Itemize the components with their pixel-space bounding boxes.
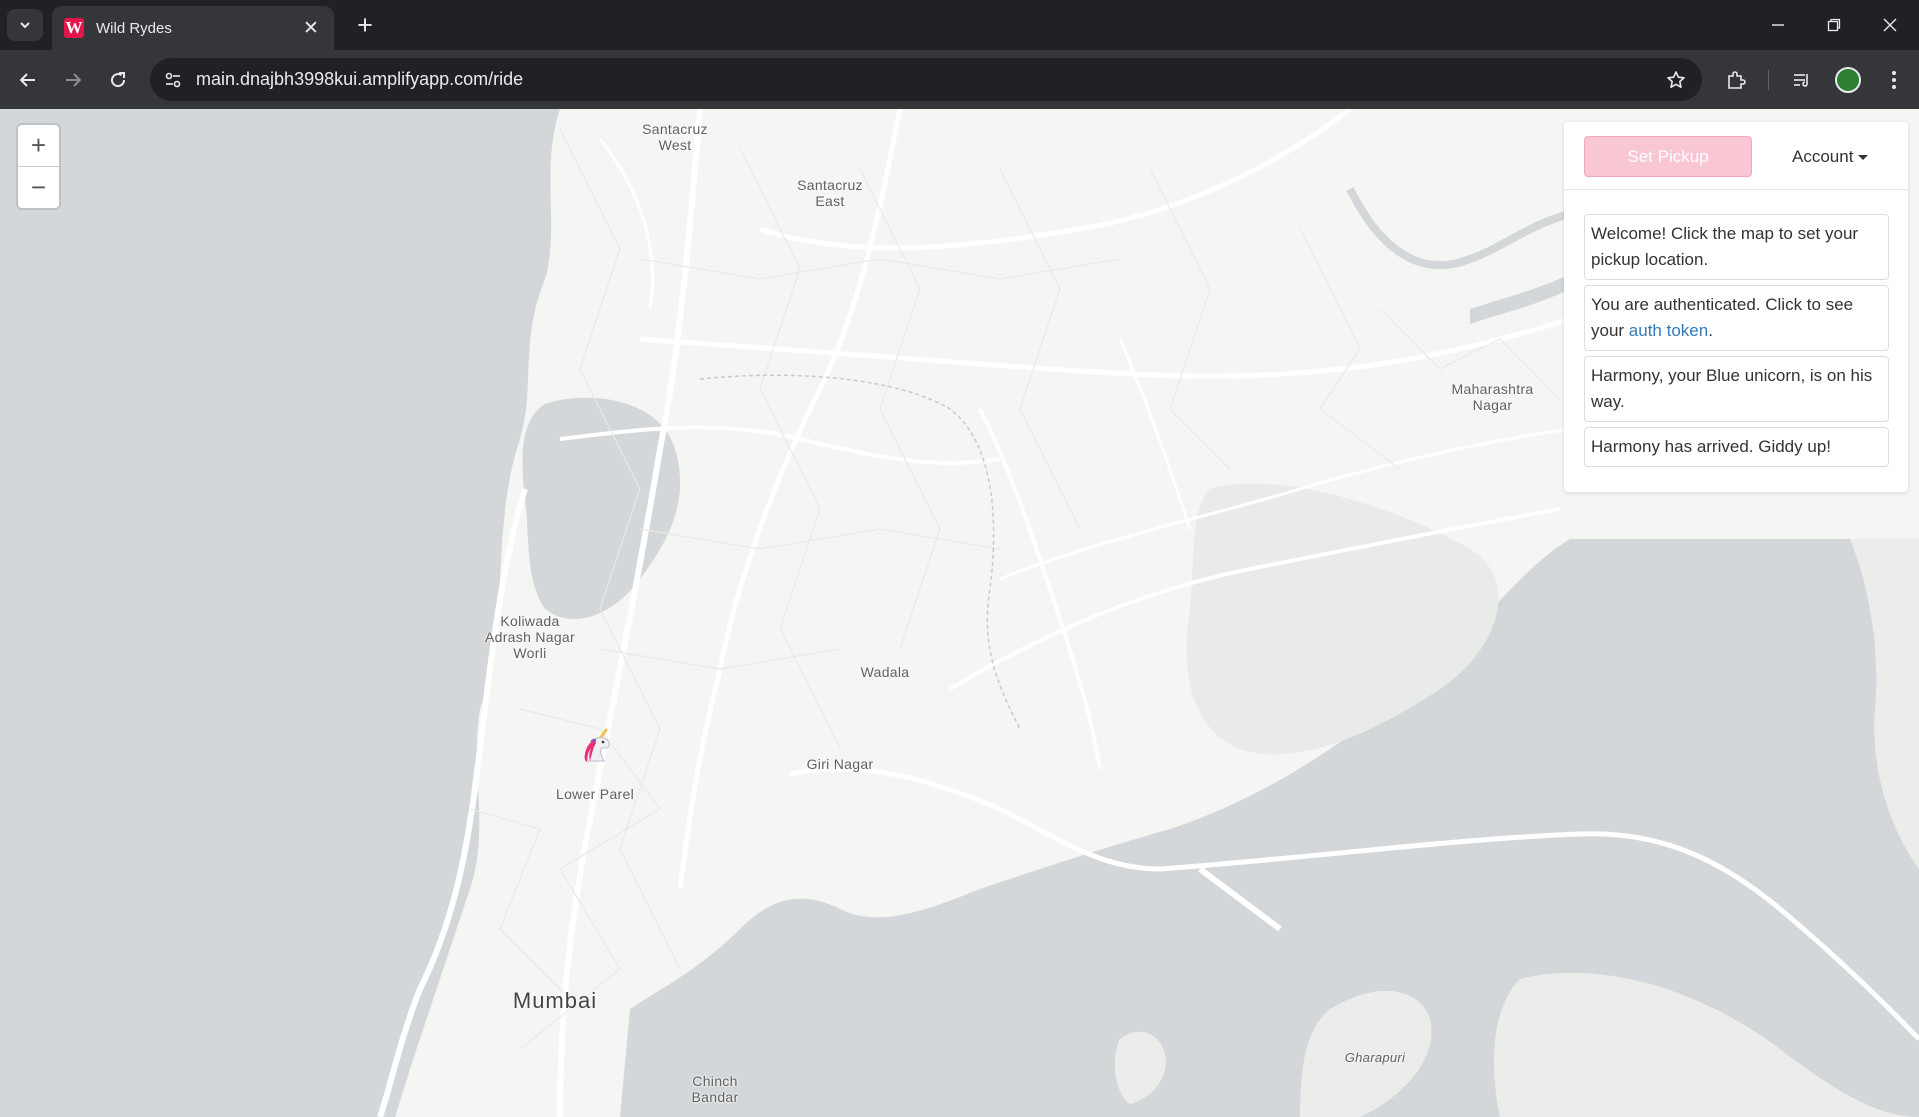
site-info-icon[interactable] (152, 58, 194, 101)
zoom-out-button[interactable]: − (18, 166, 59, 207)
map-label-santacruz-west: Santacruz West (642, 121, 708, 153)
minimize-icon (1772, 24, 1784, 26)
map[interactable]: + − Santacruz West Santacruz East Mahara… (0, 109, 1919, 1117)
arrow-right-icon (66, 73, 82, 87)
chevron-down-icon (20, 22, 30, 29)
reload-button[interactable] (100, 62, 136, 98)
url-text[interactable]: main.dnajbh3998kui.amplifyapp.com/ride (196, 69, 1656, 90)
map-label-wadala: Wadala (860, 664, 910, 680)
address-bar[interactable]: main.dnajbh3998kui.amplifyapp.com/ride (150, 58, 1702, 101)
message-authenticated: You are authenticated. Click to see your… (1584, 285, 1889, 351)
extensions-button[interactable] (1718, 62, 1754, 98)
reload-icon (111, 72, 126, 88)
unicorn-marker-svg (584, 728, 610, 762)
caret-down-icon (1858, 155, 1869, 160)
forward-button[interactable] (55, 62, 91, 98)
panel-header: Set Pickup Account (1564, 122, 1908, 190)
zoom-in-button[interactable]: + (18, 125, 59, 166)
map-label-maharashtra-nagar: Maharashtra Nagar (1451, 381, 1534, 413)
arrow-left-icon (19, 73, 35, 87)
zoom-control: + − (18, 125, 59, 208)
tune-icon (165, 72, 181, 87)
tab-search-button[interactable] (7, 9, 43, 41)
map-label-gharapuri: Gharapuri (1344, 1050, 1406, 1065)
restore-icon (1827, 18, 1841, 32)
message-on-way: Harmony, your Blue unicorn, is on his wa… (1584, 356, 1889, 422)
map-label-koliwada: Koliwada Adrash Nagar Worli (485, 613, 575, 661)
playlist-icon (1794, 74, 1808, 87)
close-window-button[interactable] (1862, 0, 1918, 50)
map-label-chinch-bandar: Chinch Bandar (691, 1073, 739, 1105)
avatar (1835, 67, 1861, 93)
tab-title: Wild Rydes (96, 19, 172, 37)
new-tab-button[interactable]: + (350, 10, 380, 40)
message-list: Welcome! Click the map to set your picku… (1564, 190, 1908, 467)
account-dropdown[interactable]: Account (1792, 136, 1869, 177)
restore-button[interactable] (1806, 0, 1862, 50)
more-vert-icon (1892, 71, 1896, 89)
media-control-button[interactable] (1784, 62, 1820, 98)
menu-button[interactable] (1876, 62, 1912, 98)
close-tab-icon[interactable]: ✕ (300, 17, 322, 40)
set-pickup-button[interactable]: Set Pickup (1584, 136, 1752, 177)
message-arrived: Harmony has arrived. Giddy up! (1584, 427, 1889, 467)
back-button[interactable] (10, 62, 46, 98)
map-label-mumbai: Mumbai (512, 988, 598, 1013)
unicorn-icon[interactable] (578, 727, 616, 765)
bookmark-star-icon[interactable] (1656, 70, 1696, 90)
minimize-button[interactable] (1750, 0, 1806, 50)
puzzle-icon (1728, 71, 1746, 89)
map-label-lower-parel: Lower Parel (555, 786, 634, 802)
tab-bar: W Wild Rydes ✕ + (0, 0, 1919, 50)
auth-token-link[interactable]: auth token (1629, 321, 1708, 340)
map-label-giri-nagar: Giri Nagar (806, 756, 874, 772)
auth-message-suffix: . (1708, 321, 1713, 340)
message-welcome: Welcome! Click the map to set your picku… (1584, 214, 1889, 280)
star-icon (1667, 70, 1685, 88)
ride-panel: Set Pickup Account Welcome! Click the ma… (1564, 122, 1908, 492)
map-label-santacruz-east: Santacruz East (797, 177, 863, 209)
close-icon (1883, 18, 1897, 32)
account-label: Account (1792, 146, 1854, 166)
toolbar-separator (1768, 70, 1769, 90)
browser-toolbar: main.dnajbh3998kui.amplifyapp.com/ride (0, 50, 1919, 109)
wild-rydes-favicon-icon: W (64, 18, 84, 38)
browser-tab[interactable]: W Wild Rydes ✕ (52, 6, 334, 50)
profile-button[interactable] (1830, 62, 1866, 98)
